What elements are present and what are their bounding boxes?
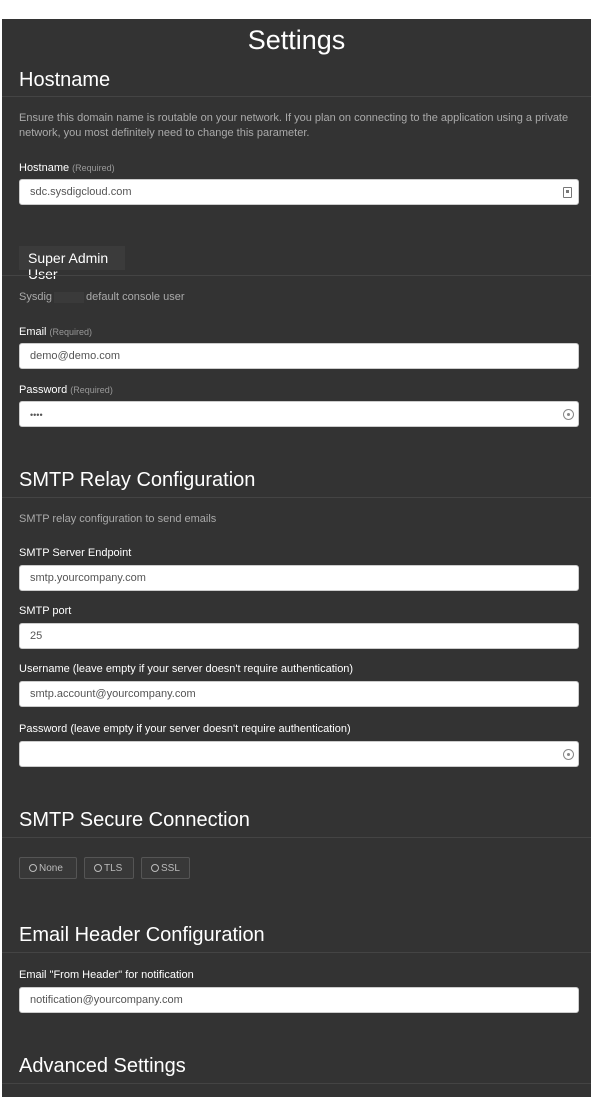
- email-label-text: Email: [19, 326, 47, 338]
- smtp-username-value: smtp.account@yourcompany.com: [30, 688, 196, 700]
- secure-option-none[interactable]: None: [19, 857, 77, 879]
- email-header-section-title: Email Header Configuration: [19, 924, 265, 946]
- email-from-value: notification@yourcompany.com: [30, 994, 183, 1006]
- divider: [2, 96, 591, 97]
- settings-panel: Settings Hostname Ensure this domain nam…: [2, 19, 591, 1097]
- secure-option-label: None: [39, 863, 63, 874]
- page-title: Settings: [247, 25, 346, 55]
- password-input[interactable]: ••••: [19, 401, 579, 427]
- super-admin-description-end: default console user: [86, 291, 185, 303]
- hostname-field-label: Hostname (Required): [19, 161, 115, 175]
- divider: [2, 275, 591, 276]
- secure-connection-section-title: SMTP Secure Connection: [19, 809, 250, 831]
- super-admin-description-start: Sysdig: [19, 291, 53, 303]
- smtp-endpoint-label: SMTP Server Endpoint: [19, 547, 132, 559]
- divider: [2, 497, 591, 498]
- email-from-input[interactable]: notification@yourcompany.com: [19, 987, 579, 1013]
- required-hint: (Required): [72, 163, 115, 173]
- radio-circle-icon: [151, 864, 159, 872]
- secure-option-label: TLS: [104, 863, 123, 874]
- super-admin-description: Sysdig default console user: [19, 290, 579, 305]
- super-admin-section-title: Super Admin User: [28, 250, 109, 282]
- smtp-endpoint-input[interactable]: smtp.yourcompany.com: [19, 565, 579, 591]
- smtp-section-title: SMTP Relay Configuration: [19, 469, 256, 491]
- smtp-endpoint-value: smtp.yourcompany.com: [30, 572, 146, 584]
- smtp-password-label: Password (leave empty if your server doe…: [19, 723, 351, 735]
- hostname-input-value: sdc.sysdigcloud.com: [30, 186, 132, 198]
- divider: [2, 952, 591, 953]
- password-manager-icon[interactable]: [563, 749, 574, 760]
- email-input-value: demo@demo.com: [30, 350, 121, 362]
- required-hint: (Required): [49, 327, 93, 337]
- divider: [2, 1083, 591, 1084]
- radio-circle-icon: [94, 864, 102, 872]
- secure-option-label: SSL: [161, 863, 180, 874]
- smtp-password-input[interactable]: [19, 741, 579, 767]
- smtp-port-value: 25: [30, 630, 43, 642]
- smtp-port-label: SMTP port: [19, 605, 72, 617]
- divider: [2, 837, 591, 838]
- password-input-value: ••••: [30, 410, 43, 420]
- email-from-label: Email "From Header" for notification: [19, 969, 194, 981]
- secure-option-tls[interactable]: TLS: [84, 857, 134, 879]
- email-input[interactable]: demo@demo.com: [19, 343, 579, 369]
- password-manager-icon[interactable]: [563, 409, 574, 420]
- smtp-username-input[interactable]: smtp.account@yourcompany.com: [19, 681, 579, 707]
- smtp-port-input[interactable]: 25: [19, 623, 579, 649]
- super-admin-heading-box: Super Admin User: [19, 246, 125, 282]
- required-hint: (Required): [70, 385, 113, 395]
- autofill-icon[interactable]: [563, 187, 572, 198]
- email-field-label: Email (Required): [19, 325, 92, 339]
- hostname-description: Ensure this domain name is routable on y…: [19, 112, 569, 139]
- password-label-text: Password: [19, 384, 68, 396]
- redacted-mask: [54, 291, 85, 303]
- password-field-label: Password (Required): [19, 383, 113, 397]
- hostname-input[interactable]: sdc.sysdigcloud.com: [19, 179, 579, 205]
- hostname-section-title: Hostname: [19, 69, 111, 91]
- advanced-settings-section-title: Advanced Settings: [19, 1055, 186, 1077]
- smtp-username-label: Username (leave empty if your server doe…: [19, 663, 354, 675]
- hostname-label-text: Hostname: [19, 162, 70, 174]
- secure-option-ssl[interactable]: SSL: [141, 857, 190, 879]
- smtp-description: SMTP relay configuration to send emails: [19, 513, 217, 525]
- radio-circle-icon: [29, 864, 37, 872]
